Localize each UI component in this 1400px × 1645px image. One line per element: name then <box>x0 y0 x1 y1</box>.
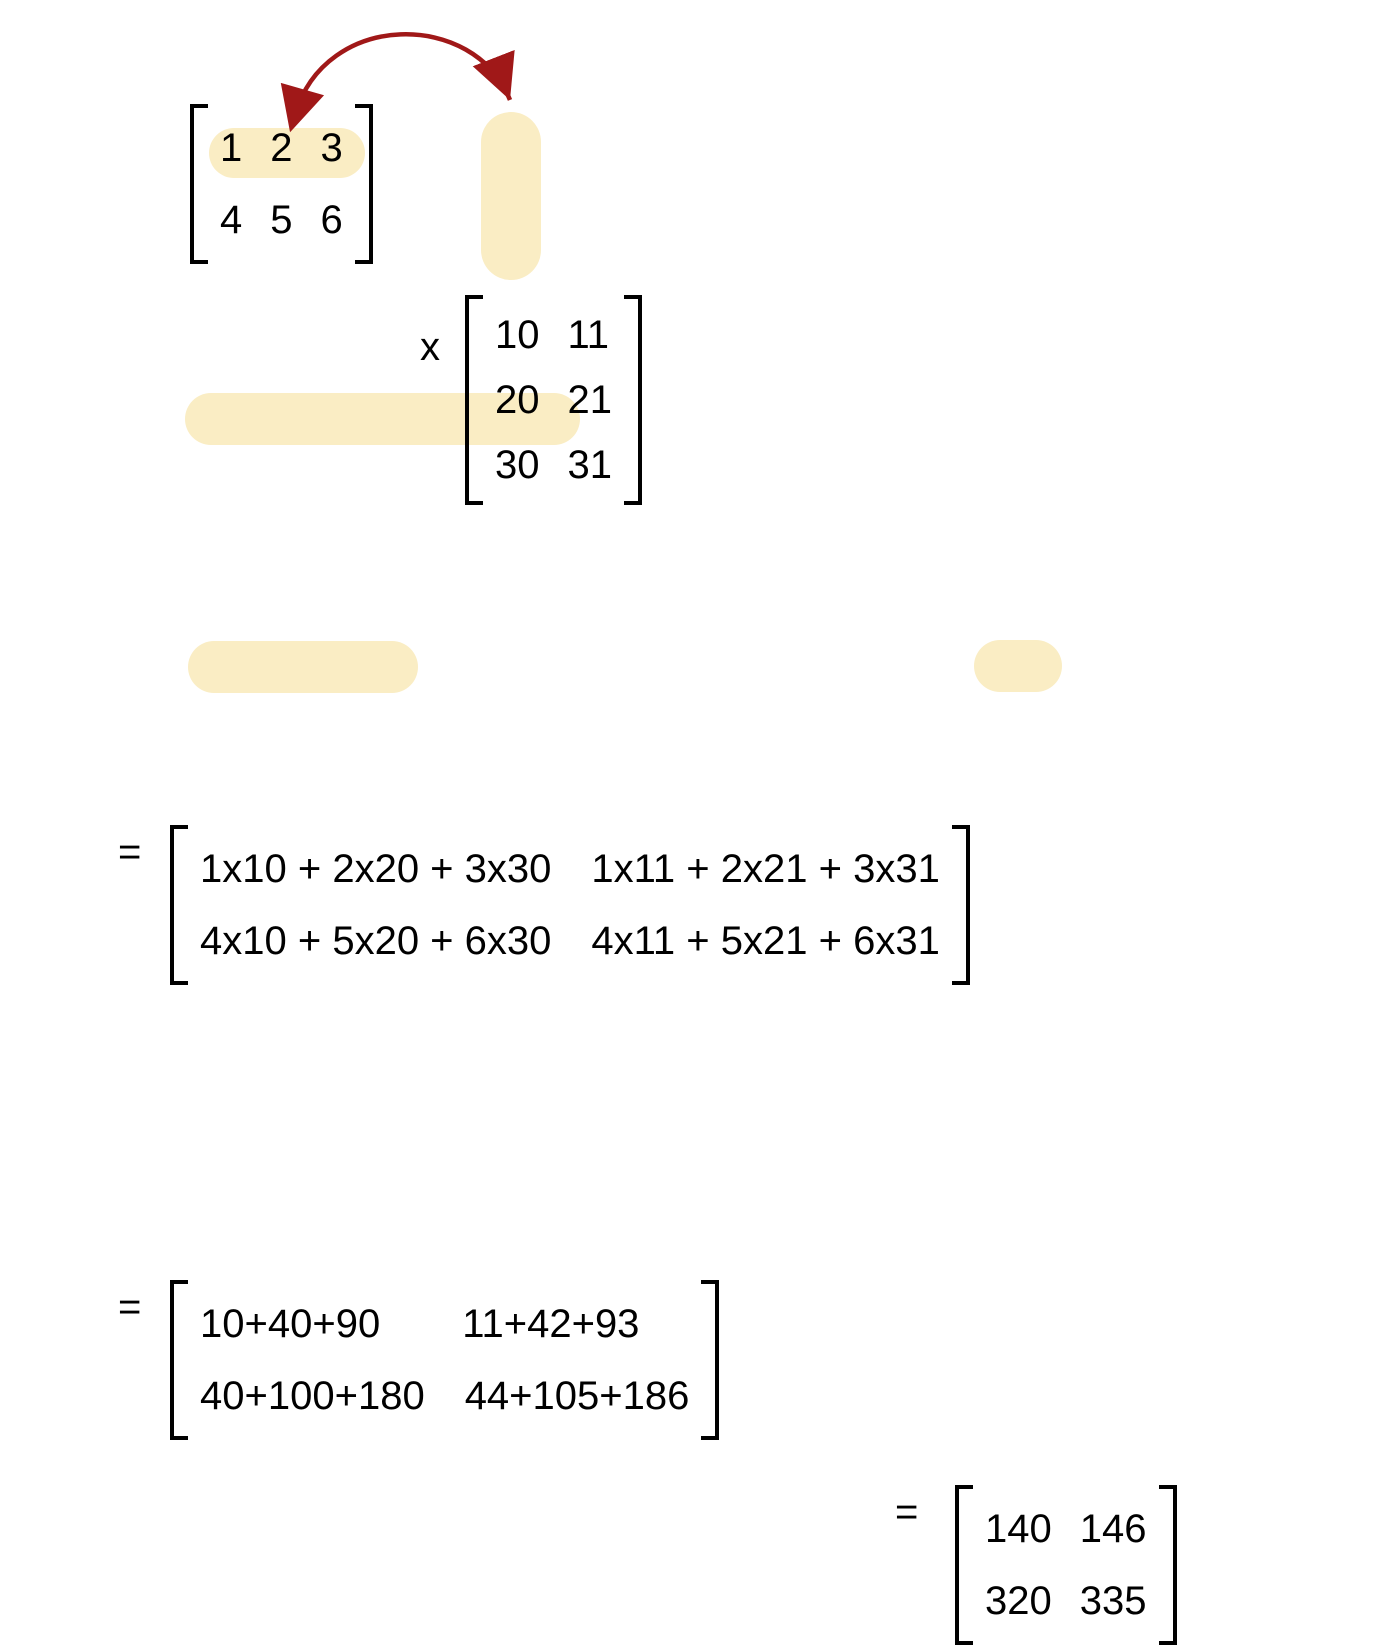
cell: 320 <box>985 1579 1052 1623</box>
exp1-row-0: 1x10 + 2x20 + 3x30 1x11 + 2x21 + 3x31 <box>200 842 940 896</box>
cell: 1x11 + 2x21 + 3x31 <box>591 847 939 891</box>
matrix-a-row-1: 456 <box>220 193 343 247</box>
matrix-b-row-2: 30 31 <box>495 438 612 492</box>
cell: 140 <box>985 1507 1052 1551</box>
exp2-row-0: 10+40+90 11+42+93 <box>200 1297 689 1351</box>
cell: 4 <box>220 198 242 242</box>
cell: 5 <box>270 198 292 242</box>
cell: 30 <box>495 443 540 487</box>
result-matrix: 140 146 320 335 <box>955 1485 1400 1645</box>
cell: 10+40+90 <box>200 1302 380 1346</box>
cell: 21 <box>568 378 613 422</box>
matrix-b-row-0: 10 11 <box>495 308 612 362</box>
row-to-column-arrow-icon <box>175 0 635 120</box>
highlight-result-00 <box>974 640 1062 692</box>
matrix-a-row-0: 123 <box>220 121 343 175</box>
matrix-a: 123 456 <box>190 104 1400 264</box>
cell: 31 <box>568 443 613 487</box>
cell: 4x10 + 5x20 + 6x30 <box>200 919 551 963</box>
expansion-matrix-1: 1x10 + 2x20 + 3x30 1x11 + 2x21 + 3x31 4x1… <box>170 825 1400 985</box>
cell: 10 <box>495 313 540 357</box>
cell: 1 <box>220 126 242 170</box>
matrix-b-row-1: 2021 <box>495 373 612 427</box>
exp1-row-1: 4x10 + 5x20 + 6x30 4x11 + 5x21 + 6x31 <box>200 914 940 968</box>
cell: 40+100+180 <box>200 1374 425 1418</box>
cell: 11 <box>568 313 610 357</box>
cell: 3 <box>321 126 343 170</box>
cell: 2 <box>270 126 292 170</box>
cell: 20 <box>495 378 540 422</box>
highlight-exp2-00 <box>188 641 418 693</box>
exp2-row-1: 40+100+180 44+105+186 <box>200 1369 689 1423</box>
result-row-0: 140 146 <box>985 1502 1147 1556</box>
expansion-matrix-2: 10+40+90 11+42+93 40+100+180 44+105+186 <box>170 1280 1400 1440</box>
cell: 1x10 + 2x20 + 3x30 <box>200 847 551 891</box>
cell: 11+42+93 <box>462 1302 639 1346</box>
cell: 6 <box>321 198 343 242</box>
result-row-1: 320 335 <box>985 1574 1147 1628</box>
matrix-b: 1011 2021 3031 <box>465 295 1400 505</box>
cell: 146 <box>1080 1507 1147 1551</box>
cell: 4x11 + 5x21 + 6x31 <box>591 919 939 963</box>
cell: 335 <box>1080 1579 1147 1623</box>
cell: 44+105+186 <box>465 1374 690 1418</box>
